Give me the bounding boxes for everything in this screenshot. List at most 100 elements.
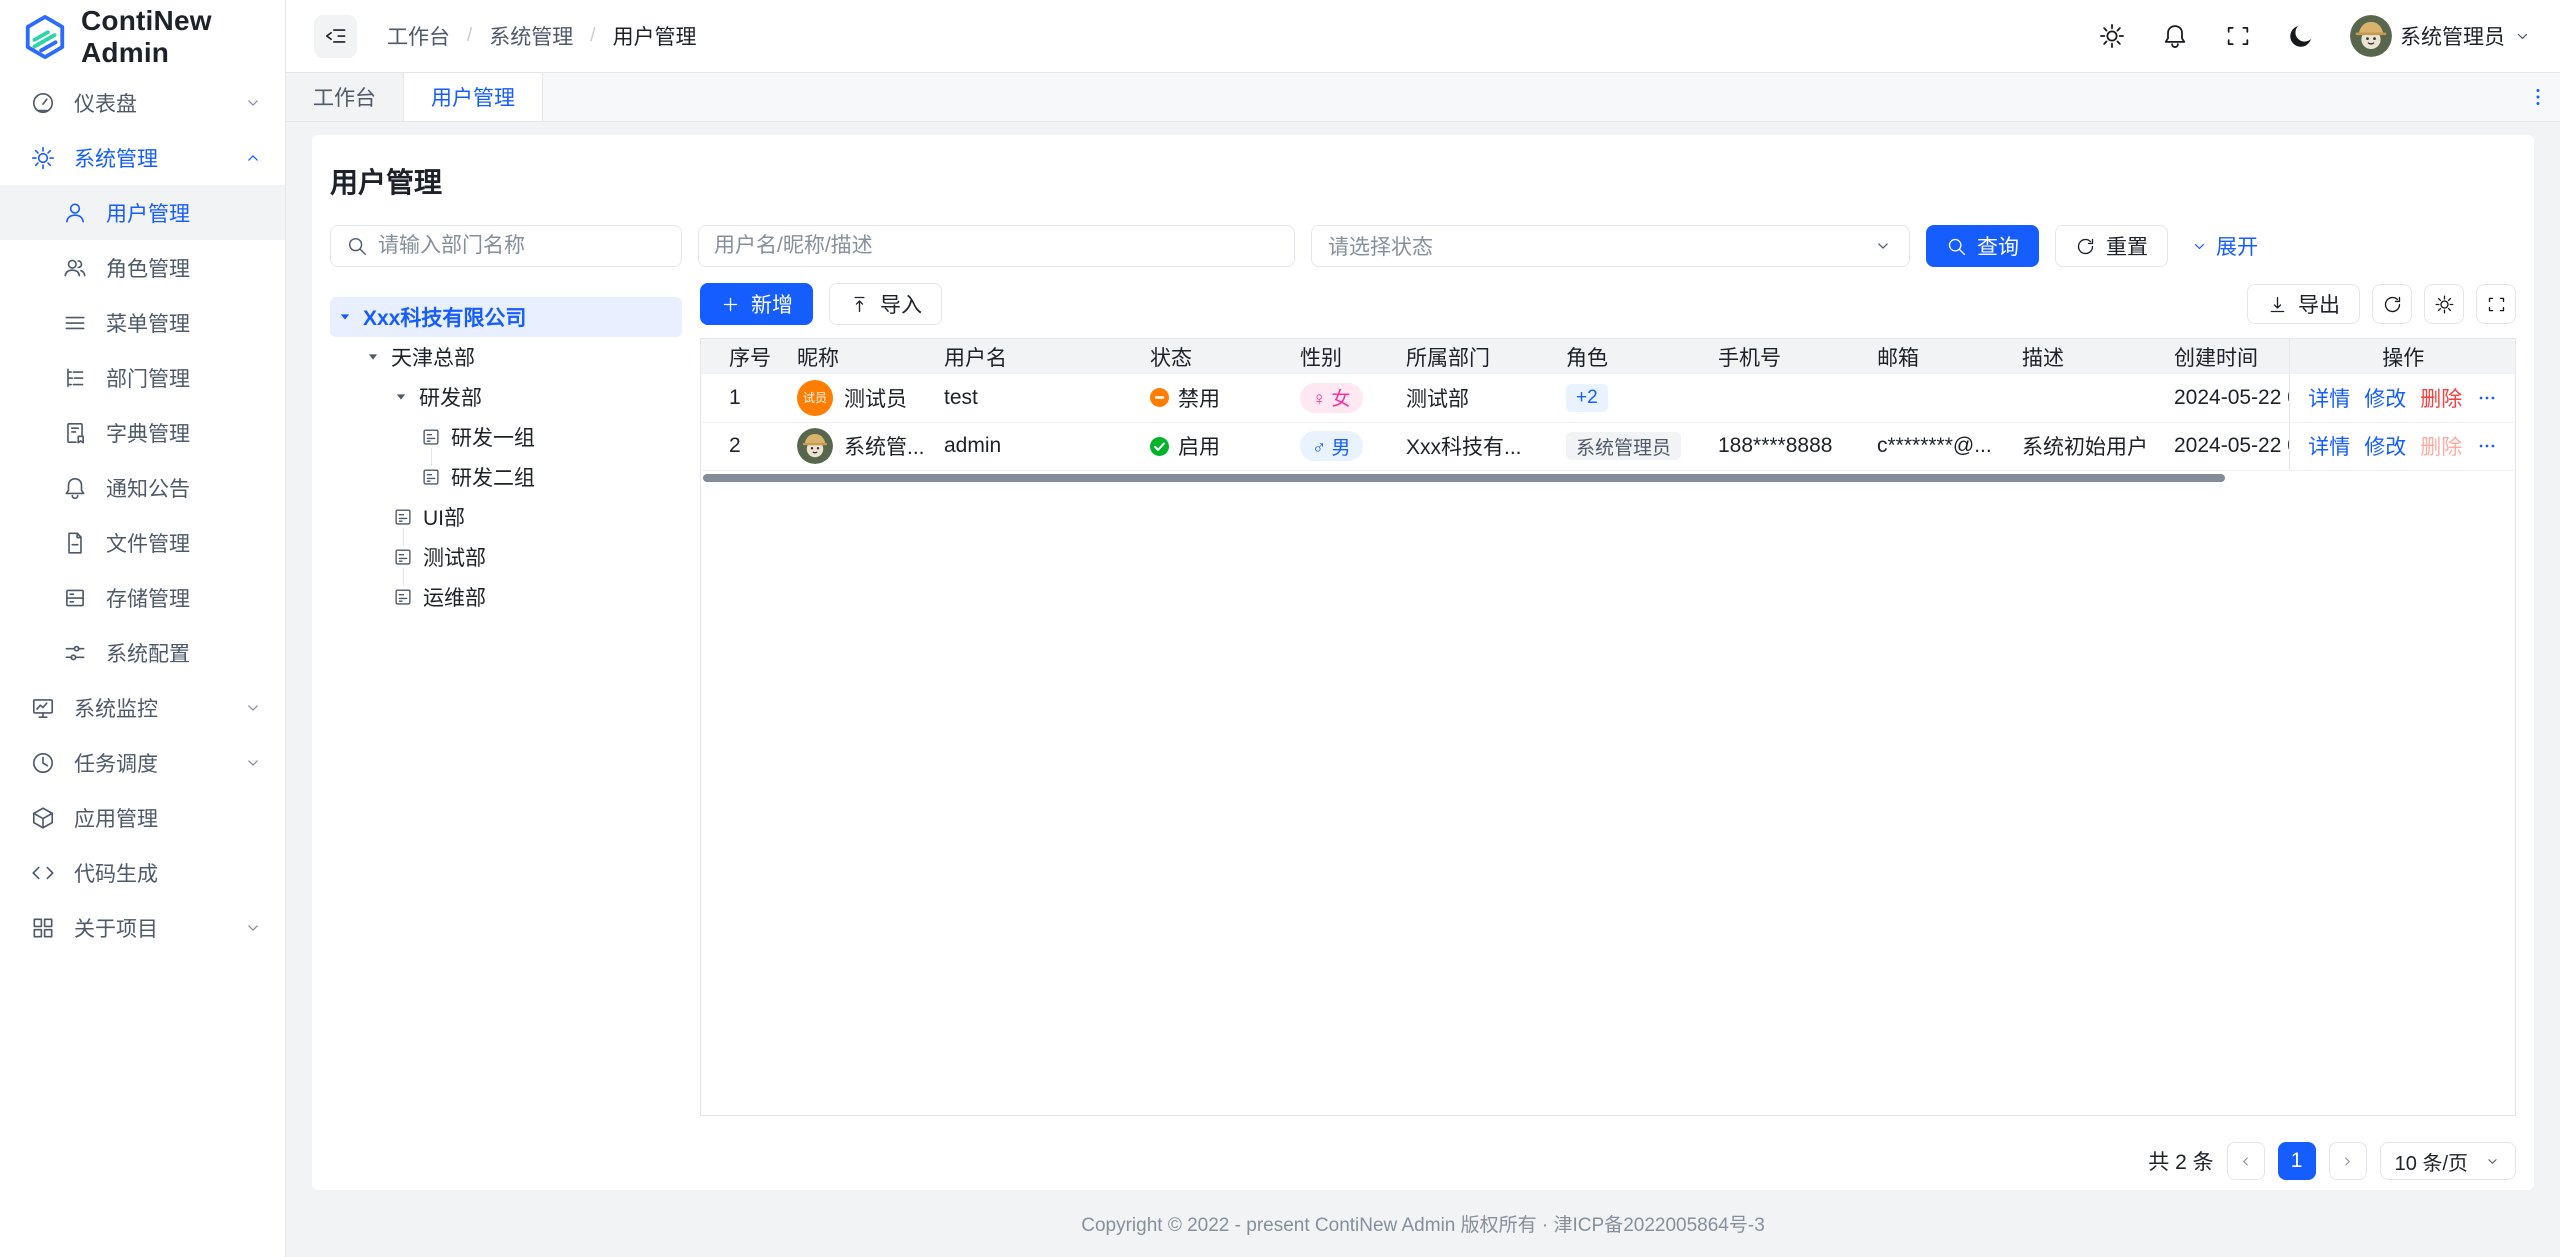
cell-email: c********@... bbox=[1861, 422, 2006, 471]
sidebar-item-system-monitor[interactable]: 系统监控 bbox=[0, 680, 285, 735]
caret-down-icon[interactable] bbox=[392, 388, 410, 406]
reset-button[interactable]: 重置 bbox=[2055, 225, 2168, 267]
sidebar-item-system-management[interactable]: 系统管理 bbox=[0, 130, 285, 185]
tab-label: 工作台 bbox=[313, 87, 376, 110]
fullscreen-icon bbox=[2486, 294, 2507, 315]
user-avatar-image bbox=[2350, 15, 2392, 57]
tree-node-label: 测试部 bbox=[423, 547, 486, 570]
next-page-button[interactable] bbox=[2328, 1142, 2367, 1180]
cell-department: Xxx科技有... bbox=[1390, 422, 1550, 471]
tree-node-rd-group1[interactable]: 研发一组 bbox=[330, 417, 682, 457]
tab-workbench[interactable]: 工作台 bbox=[286, 73, 404, 121]
add-button[interactable]: 新增 bbox=[700, 283, 813, 325]
role-count-badge[interactable]: +2 bbox=[1566, 383, 1608, 412]
status-select-placeholder: 请选择状态 bbox=[1328, 236, 1433, 259]
column-settings-button[interactable] bbox=[2424, 284, 2464, 324]
chevron-up-icon bbox=[243, 148, 263, 168]
import-button[interactable]: 导入 bbox=[829, 283, 942, 325]
query-button[interactable]: 查询 bbox=[1926, 225, 2039, 267]
cell-status: 启用 bbox=[1134, 422, 1284, 471]
page-number-current[interactable]: 1 bbox=[2277, 1142, 2316, 1180]
delete-link[interactable]: 删除 bbox=[2420, 383, 2462, 413]
horizontal-scrollbar[interactable] bbox=[703, 474, 2225, 482]
sidebar-menu: 仪表盘 系统管理 用户管理 角色管理 菜单管理 部门管理 字典管理 通知公告 文… bbox=[0, 73, 285, 955]
user-group-icon bbox=[62, 255, 88, 281]
tree-node-ops-dept[interactable]: 运维部 bbox=[330, 568, 682, 617]
sidebar-item-task-schedule[interactable]: 任务调度 bbox=[0, 735, 285, 790]
detail-link[interactable]: 详情 bbox=[2308, 431, 2350, 461]
fullscreen-icon[interactable] bbox=[2224, 22, 2252, 50]
cell-phone bbox=[1702, 374, 1861, 423]
sliders-icon bbox=[62, 640, 88, 666]
edit-link[interactable]: 修改 bbox=[2364, 383, 2406, 413]
edit-link[interactable]: 修改 bbox=[2364, 431, 2406, 461]
user-search-input[interactable] bbox=[714, 234, 1279, 258]
cell-username: test bbox=[928, 374, 1134, 423]
refresh-icon bbox=[2382, 294, 2403, 315]
tab-user-management[interactable]: 用户管理 bbox=[404, 73, 543, 121]
sidebar-item-app-management[interactable]: 应用管理 bbox=[0, 790, 285, 845]
clock-icon bbox=[30, 750, 56, 776]
department-search-input[interactable] bbox=[378, 234, 666, 258]
more-actions-icon[interactable] bbox=[2476, 435, 2498, 457]
collapse-sidebar-button[interactable] bbox=[314, 14, 357, 58]
previous-page-button[interactable] bbox=[2226, 1142, 2265, 1180]
sidebar-item-user-management[interactable]: 用户管理 bbox=[0, 185, 285, 240]
tree-node-label: 研发二组 bbox=[451, 467, 535, 490]
sidebar-item-notice[interactable]: 通知公告 bbox=[0, 460, 285, 515]
sidebar-item-about-project[interactable]: 关于项目 bbox=[0, 900, 285, 955]
table-fullscreen-button[interactable] bbox=[2476, 284, 2516, 324]
sidebar-item-file-management[interactable]: 文件管理 bbox=[0, 515, 285, 570]
vertical-ellipsis-icon bbox=[2526, 85, 2550, 109]
cell-status: 禁用 bbox=[1134, 374, 1284, 423]
gear-icon bbox=[2434, 294, 2455, 315]
tree-node-tianjin-hq[interactable]: 天津总部 bbox=[330, 337, 682, 377]
nickname-text: 系统管... bbox=[844, 436, 925, 459]
sidebar-item-department-management[interactable]: 部门管理 bbox=[0, 350, 285, 405]
user-menu[interactable]: 系统管理员 bbox=[2350, 15, 2532, 57]
sidebar-item-code-generation[interactable]: 代码生成 bbox=[0, 845, 285, 900]
caret-down-icon[interactable] bbox=[364, 348, 382, 366]
sidebar-item-label: 关于项目 bbox=[74, 917, 158, 941]
sidebar-item-dictionary-management[interactable]: 字典管理 bbox=[0, 405, 285, 460]
caret-down-icon[interactable] bbox=[336, 308, 354, 326]
tree-node-rd-group2[interactable]: 研发二组 bbox=[330, 448, 682, 497]
more-actions-icon[interactable] bbox=[2476, 387, 2498, 409]
detail-link[interactable]: 详情 bbox=[2308, 383, 2350, 413]
breadcrumb: 工作台 / 系统管理 / 用户管理 bbox=[387, 21, 697, 51]
status-disabled-icon bbox=[1150, 388, 1169, 408]
notification-bell-icon[interactable] bbox=[2161, 22, 2189, 50]
avatar: 试员 bbox=[797, 379, 833, 416]
sidebar-item-dashboard[interactable]: 仪表盘 bbox=[0, 75, 285, 130]
sidebar-item-storage-management[interactable]: 存储管理 bbox=[0, 570, 285, 625]
tab-overflow-button[interactable] bbox=[2516, 73, 2560, 121]
refresh-table-button[interactable] bbox=[2372, 284, 2412, 324]
sidebar-item-label: 系统监控 bbox=[74, 697, 158, 721]
sidebar-item-system-config[interactable]: 系统配置 bbox=[0, 625, 285, 680]
column-header-email: 邮箱 bbox=[1861, 339, 2006, 374]
cell-created-time: 2024-05-22 09 bbox=[2158, 374, 2289, 423]
cube-icon bbox=[30, 805, 56, 831]
status-select[interactable]: 请选择状态 bbox=[1311, 225, 1910, 267]
settings-icon[interactable] bbox=[2098, 22, 2126, 50]
breadcrumb-item[interactable]: 系统管理 bbox=[489, 21, 573, 51]
department-icon bbox=[392, 546, 414, 568]
tree-node-test-dept[interactable]: 测试部 bbox=[330, 528, 682, 577]
tree-node-rd-dept[interactable]: 研发部 bbox=[330, 377, 682, 417]
sidebar-item-label: 应用管理 bbox=[74, 807, 158, 831]
user-icon bbox=[62, 200, 88, 226]
upload-icon bbox=[849, 294, 870, 315]
sidebar-item-label: 系统配置 bbox=[106, 642, 190, 666]
export-button[interactable]: 导出 bbox=[2247, 284, 2360, 324]
breadcrumb-item[interactable]: 工作台 bbox=[387, 21, 450, 51]
sidebar-item-role-management[interactable]: 角色管理 bbox=[0, 240, 285, 295]
page-body: Xxx科技有限公司 天津总部 研发部 研发一组 研发二组 UI部 测试部 运维部… bbox=[330, 283, 2516, 1180]
expand-filters-link[interactable]: 展开 bbox=[2190, 231, 2258, 261]
page-size-select[interactable]: 10 条/页 bbox=[2379, 1142, 2516, 1180]
sidebar-item-menu-management[interactable]: 菜单管理 bbox=[0, 295, 285, 350]
tree-node-ui-dept[interactable]: UI部 bbox=[330, 497, 682, 537]
tree-node-company[interactable]: Xxx科技有限公司 bbox=[330, 297, 682, 337]
column-header-role: 角色 bbox=[1550, 339, 1702, 374]
dark-mode-moon-icon[interactable] bbox=[2287, 22, 2315, 50]
gender-badge-female: ♀ 女 bbox=[1300, 382, 1363, 413]
